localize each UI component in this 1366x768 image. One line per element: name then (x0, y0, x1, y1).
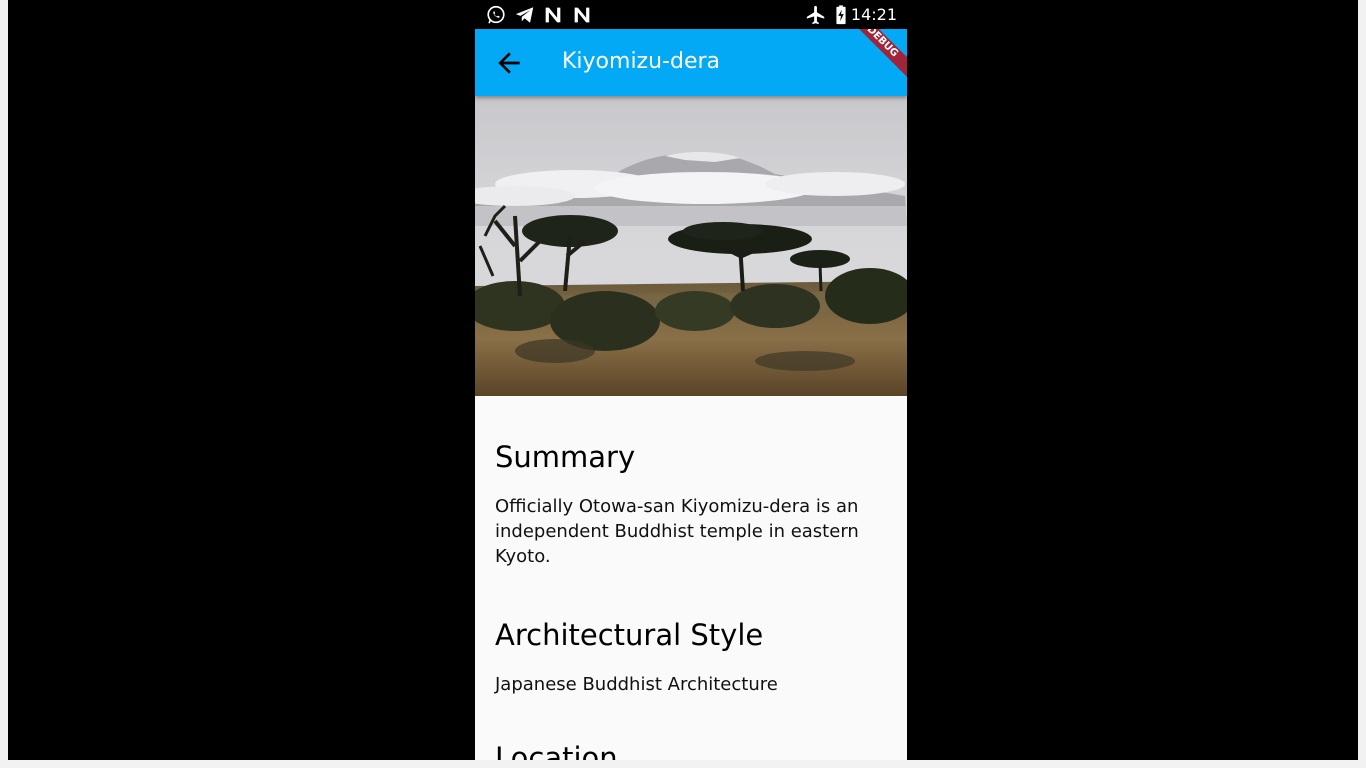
section-text-summary: Officially Otowa-san Kiyomizu-dera is an… (495, 496, 859, 567)
details-content: Summary Officially Otowa-san Kiyomizu-de… (475, 396, 907, 760)
whatsapp-icon (487, 5, 505, 24)
telegram-icon (515, 7, 534, 23)
status-bar: 14:21 (475, 0, 907, 29)
host-window-left-edge (0, 0, 8, 768)
host-window-right-edge (1358, 0, 1366, 768)
section-title-location: Location (495, 741, 618, 760)
status-time: 14:21 (850, 5, 897, 24)
section-text-architectural-style: Japanese Buddhist Architecture (495, 674, 778, 695)
n-app-icon (574, 7, 590, 23)
emulator-screen: 14:21 Kiyomizu-dera DEBUG Summary Offici… (8, 0, 1358, 760)
savanna-landscape-image (475, 96, 907, 396)
app-bar: Kiyomizu-dera DEBUG (475, 29, 907, 96)
n-app-icon (545, 7, 561, 23)
host-window-bottom-edge (0, 760, 1366, 768)
arrow-back-icon[interactable] (493, 47, 525, 79)
section-title-architectural-style: Architectural Style (495, 618, 764, 652)
airplane-mode-icon (806, 5, 825, 25)
debug-banner: DEBUG (838, 29, 907, 86)
battery-charging-icon (836, 5, 846, 25)
phone-screen: 14:21 Kiyomizu-dera DEBUG Summary Offici… (475, 0, 907, 760)
page-title: Kiyomizu-dera (562, 49, 721, 74)
section-title-summary: Summary (495, 440, 636, 474)
